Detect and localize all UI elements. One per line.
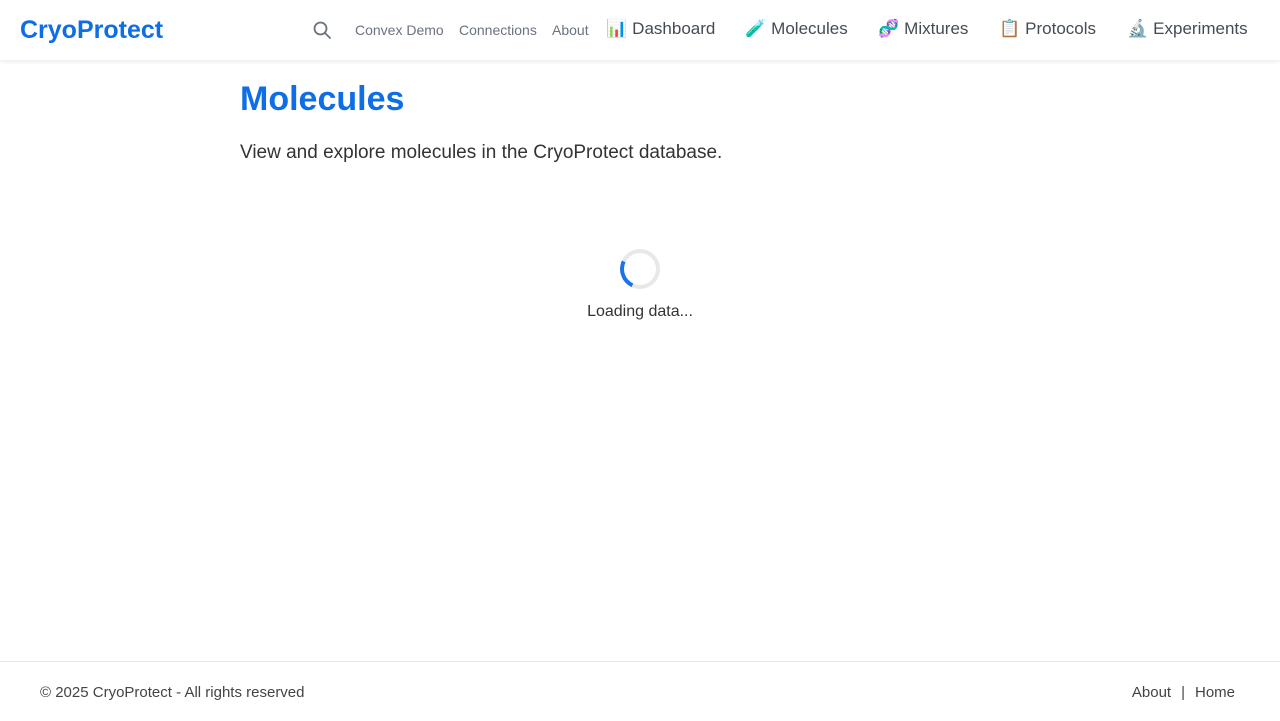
nav-item-dashboard[interactable]: 📊 Dashboard: [606, 18, 715, 40]
nav-item-molecules[interactable]: 🧪 Molecules: [745, 18, 848, 40]
dna-icon: 🧬: [878, 19, 900, 39]
search-button[interactable]: [310, 18, 334, 42]
convex-demo-link[interactable]: Convex Demo: [355, 21, 444, 39]
nav-item-label: Experiments: [1153, 19, 1248, 38]
nav-item-label: Dashboard: [632, 19, 716, 38]
copyright-text: © 2025 CryoProtect - All rights reserved: [40, 684, 305, 701]
footer-links: About | Home: [1132, 684, 1235, 702]
bar-chart-icon: 📊: [606, 19, 628, 39]
footer: © 2025 CryoProtect - All rights reserved…: [0, 661, 1280, 721]
nav-item-label: Mixtures: [904, 19, 969, 38]
page-title: Molecules: [240, 80, 405, 118]
top-navbar: CryoProtect Convex Demo Connections Abou…: [0, 0, 1280, 60]
connections-link[interactable]: Connections: [459, 21, 537, 39]
test-tube-icon: 🧪: [745, 19, 767, 39]
footer-about-link[interactable]: About: [1132, 684, 1171, 702]
loading-text: Loading data...: [587, 303, 693, 320]
page-description: View and explore molecules in the CryoPr…: [240, 142, 723, 163]
brand-logo-link[interactable]: CryoProtect: [20, 15, 163, 45]
clipboard-icon: 📋: [999, 19, 1021, 39]
footer-separator: |: [1181, 684, 1185, 701]
nav-item-label: Molecules: [771, 19, 848, 38]
microscope-icon: 🔬: [1127, 19, 1149, 39]
footer-home-link[interactable]: Home: [1195, 684, 1235, 702]
nav-item-protocols[interactable]: 📋 Protocols: [999, 18, 1096, 40]
nav-item-experiments[interactable]: 🔬 Experiments: [1127, 18, 1248, 40]
nav-item-mixtures[interactable]: 🧬 Mixtures: [878, 18, 968, 40]
about-link[interactable]: About: [552, 21, 589, 39]
search-icon: [313, 21, 331, 39]
loading-spinner: [614, 243, 666, 295]
nav-item-label: Protocols: [1025, 19, 1097, 38]
